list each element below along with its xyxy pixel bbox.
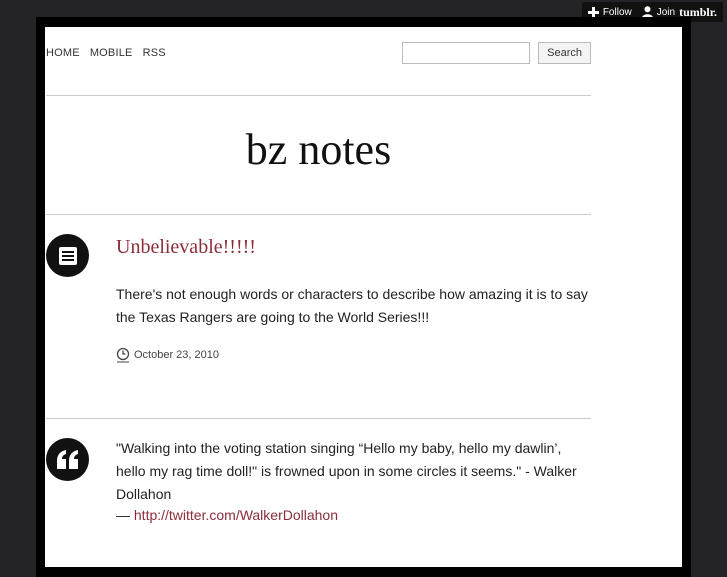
- blog-title[interactable]: bz notes: [46, 128, 591, 172]
- post-date[interactable]: October 23, 2010: [134, 349, 219, 361]
- follow-label: Follow: [602, 6, 632, 18]
- quote-source-link[interactable]: http://twitter.com/WalkerDollahon: [134, 507, 338, 523]
- clock-icon: [116, 347, 130, 363]
- nav-mobile-link[interactable]: MOBILE: [90, 47, 133, 59]
- quote-source-prefix: —: [116, 507, 134, 523]
- title-divider: [46, 214, 591, 215]
- text-post-icon[interactable]: [46, 234, 89, 277]
- quote-source: — http://twitter.com/WalkerDollahon: [116, 507, 338, 523]
- post-body: There's not enough words or characters t…: [116, 286, 588, 325]
- header-divider: [46, 95, 591, 96]
- nav-home-link[interactable]: HOME: [46, 47, 80, 59]
- plus-icon: [587, 6, 599, 18]
- top-nav: HOME MOBILE RSS Search: [46, 38, 591, 68]
- search-input[interactable]: [402, 42, 531, 64]
- post-title[interactable]: Unbelievable!!!!!: [116, 236, 256, 259]
- follow-button[interactable]: Follow: [587, 6, 632, 18]
- quote-text: "Walking into the voting station singing…: [116, 440, 577, 502]
- search-button[interactable]: Search: [538, 42, 591, 64]
- search-form: Search: [402, 42, 591, 64]
- post-divider: [46, 418, 591, 419]
- quote-post-icon[interactable]: [46, 438, 89, 481]
- join-label: Join: [656, 6, 676, 18]
- post-meta[interactable]: October 23, 2010: [116, 347, 219, 363]
- nav-rss-link[interactable]: RSS: [143, 47, 166, 59]
